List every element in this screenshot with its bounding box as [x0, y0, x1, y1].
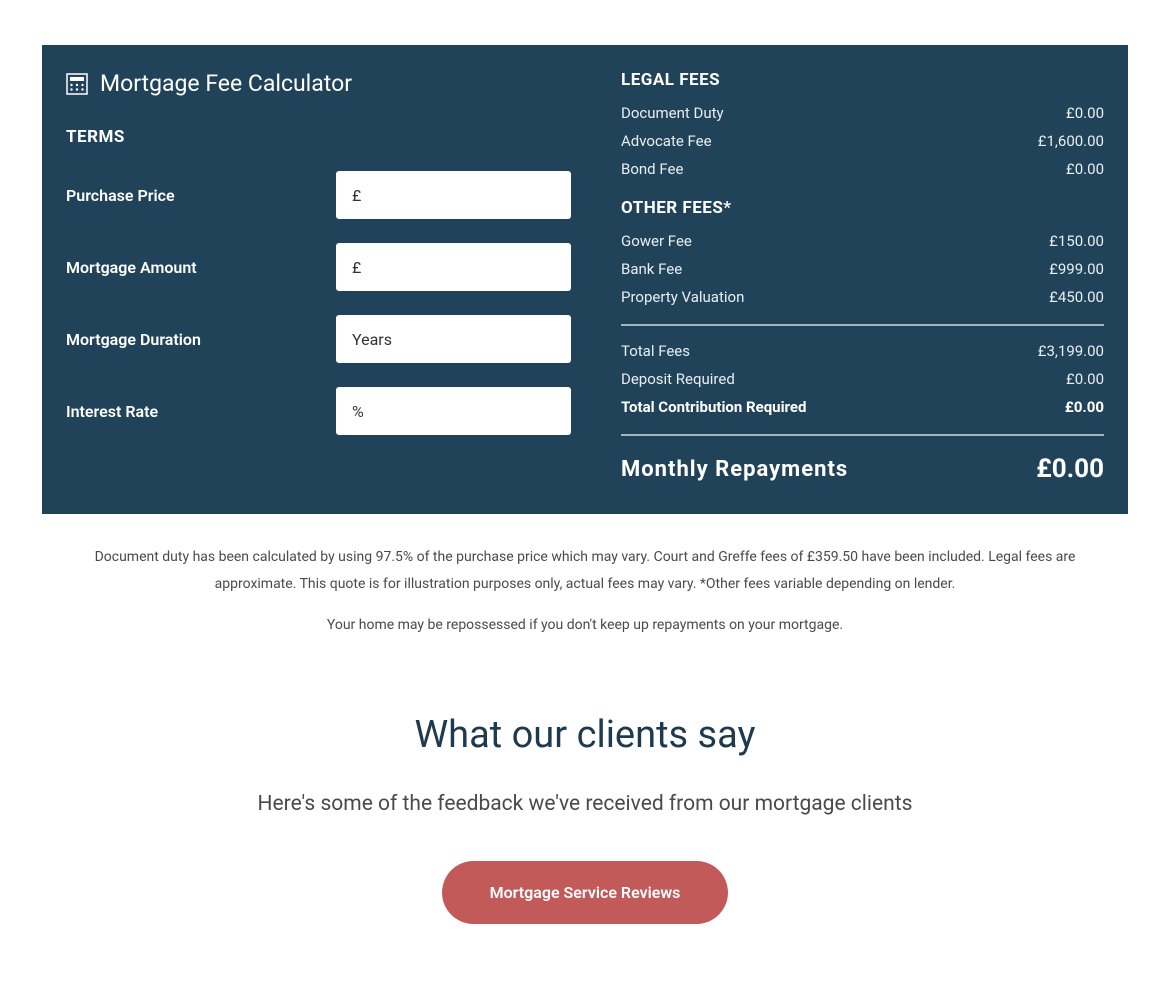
calculator-title-row: Mortgage Fee Calculator: [66, 70, 571, 97]
bank-fee-label: Bank Fee: [621, 260, 682, 278]
deposit-required-label: Deposit Required: [621, 370, 735, 388]
total-contribution-row: Total Contribution Required £0.00: [621, 398, 1104, 416]
other-fees-heading: OTHER FEES*: [621, 198, 1104, 218]
bond-fee-label: Bond Fee: [621, 160, 683, 178]
gower-fee-label: Gower Fee: [621, 232, 692, 250]
document-duty-label: Document Duty: [621, 104, 724, 122]
purchase-price-input[interactable]: [336, 171, 571, 219]
monthly-repayments-label: Monthly Repayments: [621, 457, 848, 482]
purchase-price-label: Purchase Price: [66, 186, 336, 205]
disclaimer-text-2: Your home may be repossessed if you don'…: [60, 617, 1110, 633]
divider: [621, 324, 1104, 326]
mortgage-duration-input[interactable]: [336, 315, 571, 363]
deposit-required-row: Deposit Required £0.00: [621, 370, 1104, 388]
bank-fee-row: Bank Fee £999.00: [621, 260, 1104, 278]
legal-fees-heading: LEGAL FEES: [621, 70, 1104, 90]
disclaimer-text-1: Document duty has been calculated by usi…: [60, 544, 1110, 597]
advocate-fee-label: Advocate Fee: [621, 132, 712, 150]
mortgage-duration-row: Mortgage Duration: [66, 315, 571, 363]
deposit-required-value: £0.00: [1066, 370, 1104, 388]
monthly-repayments-value: £0.00: [1036, 454, 1104, 484]
gower-fee-row: Gower Fee £150.00: [621, 232, 1104, 250]
mortgage-amount-input[interactable]: [336, 243, 571, 291]
property-valuation-label: Property Valuation: [621, 288, 744, 306]
total-contribution-label: Total Contribution Required: [621, 398, 806, 416]
property-valuation-row: Property Valuation £450.00: [621, 288, 1104, 306]
terms-heading: TERMS: [66, 127, 571, 147]
divider: [621, 434, 1104, 436]
total-fees-label: Total Fees: [621, 342, 690, 360]
terms-column: Mortgage Fee Calculator TERMS Purchase P…: [66, 70, 571, 484]
total-contribution-value: £0.00: [1065, 398, 1104, 416]
advocate-fee-row: Advocate Fee £1,600.00: [621, 132, 1104, 150]
interest-rate-row: Interest Rate: [66, 387, 571, 435]
document-duty-value: £0.00: [1066, 104, 1104, 122]
calculator-icon: [66, 73, 88, 95]
mortgage-amount-row: Mortgage Amount: [66, 243, 571, 291]
mortgage-amount-label: Mortgage Amount: [66, 258, 336, 277]
total-fees-value: £3,199.00: [1038, 342, 1104, 360]
mortgage-reviews-button[interactable]: Mortgage Service Reviews: [442, 861, 729, 924]
purchase-price-row: Purchase Price: [66, 171, 571, 219]
mortgage-duration-label: Mortgage Duration: [66, 330, 336, 349]
interest-rate-input[interactable]: [336, 387, 571, 435]
fees-column: LEGAL FEES Document Duty £0.00 Advocate …: [621, 70, 1104, 484]
document-duty-row: Document Duty £0.00: [621, 104, 1104, 122]
calculator-title: Mortgage Fee Calculator: [100, 70, 352, 97]
calculator-panel: Mortgage Fee Calculator TERMS Purchase P…: [42, 45, 1128, 514]
clients-title: What our clients say: [0, 713, 1170, 757]
monthly-repayments-row: Monthly Repayments £0.00: [621, 454, 1104, 484]
property-valuation-value: £450.00: [1049, 288, 1104, 306]
interest-rate-label: Interest Rate: [66, 402, 336, 421]
advocate-fee-value: £1,600.00: [1038, 132, 1104, 150]
clients-section: What our clients say Here's some of the …: [0, 713, 1170, 924]
bank-fee-value: £999.00: [1049, 260, 1104, 278]
total-fees-row: Total Fees £3,199.00: [621, 342, 1104, 360]
bond-fee-value: £0.00: [1066, 160, 1104, 178]
gower-fee-value: £150.00: [1049, 232, 1104, 250]
bond-fee-row: Bond Fee £0.00: [621, 160, 1104, 178]
clients-subtitle: Here's some of the feedback we've receiv…: [0, 792, 1170, 816]
